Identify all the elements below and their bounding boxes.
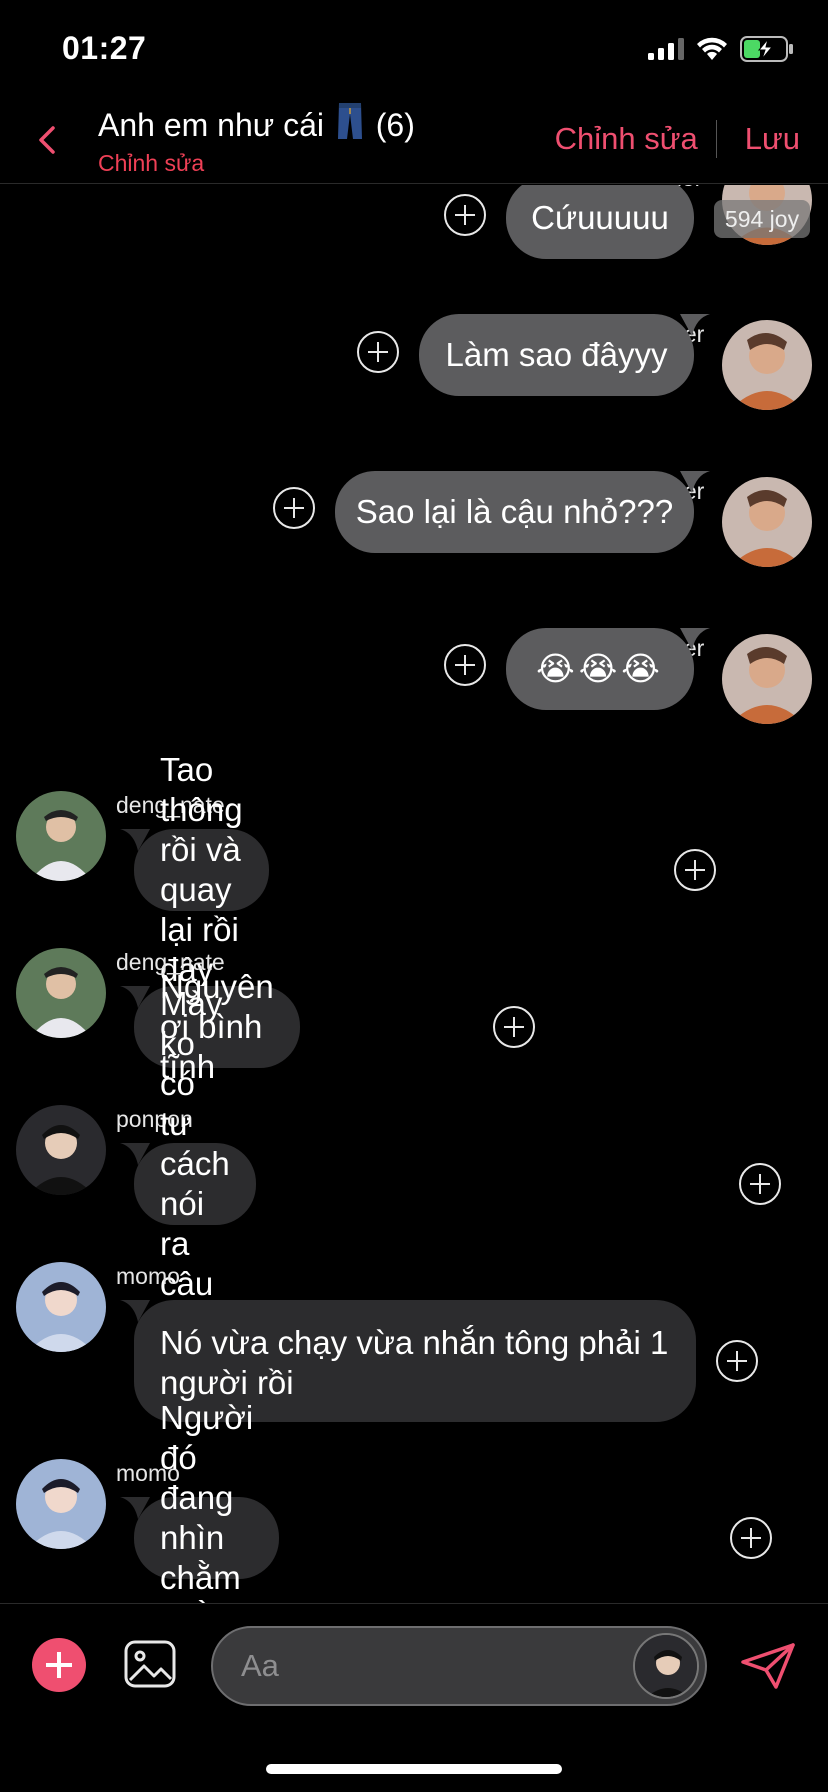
message-bubble[interactable]: Mày ko có tư cách nói ra câu này😒 xyxy=(134,985,256,1382)
avatar[interactable] xyxy=(722,477,812,567)
chat-header: Anh em như cái (6) Chỉnh sửa Chỉnh sửa L… xyxy=(0,100,828,184)
battery-charging-icon xyxy=(740,36,793,62)
react-add-button[interactable] xyxy=(493,1006,535,1048)
status-time: 01:27 xyxy=(62,30,147,66)
avatar[interactable] xyxy=(16,1262,106,1352)
sender-avatar[interactable] xyxy=(633,1633,699,1699)
message-bubble[interactable]: Người đó đang nhìn chằm chằm nó xyxy=(134,1399,280,1603)
avatar[interactable] xyxy=(16,1459,106,1549)
avatar[interactable] xyxy=(722,320,812,410)
avatar[interactable] xyxy=(722,634,812,724)
message-bubble[interactable]: Làm sao đâyyy xyxy=(419,314,694,396)
send-icon[interactable] xyxy=(740,1642,796,1690)
message-bubble[interactable]: Tao thông rồi và quay lại rồi đây xyxy=(134,751,269,988)
chat-subtitle-edit[interactable]: Chỉnh sửa xyxy=(98,150,204,177)
back-chevron-icon[interactable] xyxy=(28,120,68,160)
message-username: momo xyxy=(116,1263,180,1289)
wifi-icon xyxy=(697,37,727,60)
header-divider xyxy=(715,120,717,158)
avatar[interactable] xyxy=(16,791,106,881)
avatar[interactable] xyxy=(16,1105,106,1195)
status-bar: 01:27 xyxy=(0,0,828,100)
chat-title-text: Anh em như cái xyxy=(98,107,324,143)
chat-title: Anh em như cái (6) xyxy=(98,102,415,144)
react-add-button[interactable] xyxy=(273,487,315,529)
bubble-tail xyxy=(680,471,710,493)
bubble-tail xyxy=(680,314,710,336)
react-add-button[interactable] xyxy=(674,849,716,891)
react-add-button[interactable] xyxy=(730,1517,772,1559)
jeans-emoji-icon xyxy=(337,103,362,139)
chat-member-count: (6) xyxy=(375,107,415,143)
message-list[interactable]: yuaner Cứuuuuu yuaner Làm sao đâyyy yuan… xyxy=(0,185,828,1603)
react-add-button[interactable] xyxy=(357,331,399,373)
home-indicator xyxy=(266,1764,562,1774)
react-add-button[interactable] xyxy=(716,1340,758,1382)
status-icons xyxy=(648,36,794,62)
react-add-button[interactable] xyxy=(739,1163,781,1205)
save-button[interactable]: Lưu xyxy=(745,121,800,157)
message-input-field[interactable] xyxy=(211,1626,707,1706)
avatar[interactable] xyxy=(16,948,106,1038)
add-attachment-button[interactable] xyxy=(32,1638,86,1692)
react-add-button[interactable] xyxy=(444,644,486,686)
message-bubble[interactable]: Sao lại là cậu nhỏ??? xyxy=(335,471,694,553)
cellular-signal-icon xyxy=(648,38,684,60)
message-bubble[interactable]: 😭😭😭 xyxy=(506,628,694,710)
message-input[interactable] xyxy=(241,1644,571,1688)
message-bubble[interactable]: Cứuuuuu xyxy=(506,185,694,259)
composer-bar xyxy=(0,1603,828,1723)
edit-button[interactable]: Chỉnh sửa xyxy=(555,121,698,157)
joy-badge: 594 joy xyxy=(714,200,810,238)
header-actions: Chỉnh sửa Lưu xyxy=(555,120,800,158)
bubble-tail xyxy=(680,628,710,650)
react-add-button[interactable] xyxy=(444,194,486,236)
image-gallery-icon[interactable] xyxy=(124,1640,176,1688)
